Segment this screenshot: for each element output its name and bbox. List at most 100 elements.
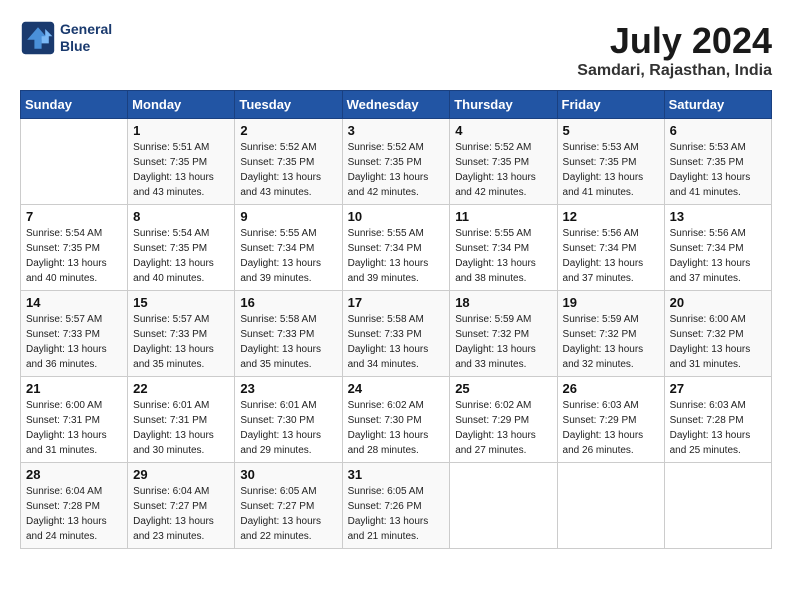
day-number: 8 <box>133 209 229 224</box>
calendar-cell: 12Sunrise: 5:56 AM Sunset: 7:34 PM Dayli… <box>557 205 664 291</box>
main-title: July 2024 <box>577 20 772 62</box>
day-detail: Sunrise: 5:57 AM Sunset: 7:33 PM Dayligh… <box>133 314 214 370</box>
calendar-cell: 10 Sunrise: 5:55 AM Sunset: 7:34 PM Dayli… <box>342 205 450 291</box>
day-header-thursday: Thursday <box>450 91 557 119</box>
calendar-cell <box>664 463 771 549</box>
logo-line2: Blue <box>60 38 112 55</box>
page-header: General Blue July 2024 Samdari, Rajastha… <box>20 20 772 80</box>
day-number: 22 <box>133 381 229 396</box>
day-detail: Sunrise: 5:59 AM Sunset: 7:32 PM Dayligh… <box>455 314 536 370</box>
day-number: 5 <box>563 123 659 138</box>
calendar-cell: 4 Sunrise: 5:52 AM Sunset: 7:35 PM Daylig… <box>450 119 557 205</box>
day-detail: Sunrise: 5:51 AM Sunset: 7:35 PM Dayligh… <box>133 142 214 198</box>
logo-icon <box>20 20 56 56</box>
day-number: 24 <box>348 381 445 396</box>
day-detail: Sunrise: 5:56 AM Sunset: 7:34 PM Dayligh… <box>563 228 644 284</box>
day-number: 1 <box>133 123 229 138</box>
day-number: 29 <box>133 467 229 482</box>
calendar-cell: 26 Sunrise: 6:03 AM Sunset: 7:29 PM Dayli… <box>557 377 664 463</box>
day-detail: Sunrise: 5:58 AM Sunset: 7:33 PM Dayligh… <box>348 314 429 370</box>
day-header-friday: Friday <box>557 91 664 119</box>
day-number: 7 <box>26 209 122 224</box>
calendar-cell: 21 Sunrise: 6:00 AM Sunset: 7:31 PM Dayli… <box>21 377 128 463</box>
calendar-cell: 29 Sunrise: 6:04 AM Sunset: 7:27 PM Dayli… <box>128 463 235 549</box>
day-detail: Sunrise: 6:01 AM Sunset: 7:30 PM Dayligh… <box>240 400 321 456</box>
day-detail: Sunrise: 5:55 AM Sunset: 7:34 PM Dayligh… <box>455 228 536 284</box>
day-detail: Sunrise: 5:52 AM Sunset: 7:35 PM Dayligh… <box>455 142 536 198</box>
day-number: 18 <box>455 295 551 310</box>
calendar-cell: 30 Sunrise: 6:05 AM Sunset: 7:27 PM Dayli… <box>235 463 342 549</box>
day-detail: Sunrise: 5:55 AM Sunset: 7:34 PM Dayligh… <box>348 228 429 284</box>
calendar-cell: 8 Sunrise: 5:54 AM Sunset: 7:35 PM Daylig… <box>128 205 235 291</box>
calendar-cell: 27Sunrise: 6:03 AM Sunset: 7:28 PM Dayli… <box>664 377 771 463</box>
calendar-cell <box>557 463 664 549</box>
calendar-cell: 11Sunrise: 5:55 AM Sunset: 7:34 PM Dayli… <box>450 205 557 291</box>
day-header-saturday: Saturday <box>664 91 771 119</box>
title-block: July 2024 Samdari, Rajasthan, India <box>577 20 772 80</box>
calendar-cell: 31Sunrise: 6:05 AM Sunset: 7:26 PM Dayli… <box>342 463 450 549</box>
day-detail: Sunrise: 5:54 AM Sunset: 7:35 PM Dayligh… <box>133 228 214 284</box>
week-row-1: 1 Sunrise: 5:51 AM Sunset: 7:35 PM Daylig… <box>21 119 772 205</box>
calendar-cell: 2 Sunrise: 5:52 AM Sunset: 7:35 PM Daylig… <box>235 119 342 205</box>
day-number: 26 <box>563 381 659 396</box>
day-detail: Sunrise: 6:05 AM Sunset: 7:26 PM Dayligh… <box>348 486 429 542</box>
calendar-cell: 19 Sunrise: 5:59 AM Sunset: 7:32 PM Dayli… <box>557 291 664 377</box>
day-detail: Sunrise: 5:53 AM Sunset: 7:35 PM Dayligh… <box>563 142 644 198</box>
day-number: 4 <box>455 123 551 138</box>
day-number: 19 <box>563 295 659 310</box>
day-number: 16 <box>240 295 336 310</box>
calendar-cell: 1 Sunrise: 5:51 AM Sunset: 7:35 PM Daylig… <box>128 119 235 205</box>
day-number: 2 <box>240 123 336 138</box>
calendar-cell: 3 Sunrise: 5:52 AM Sunset: 7:35 PM Daylig… <box>342 119 450 205</box>
day-header-wednesday: Wednesday <box>342 91 450 119</box>
day-detail: Sunrise: 6:03 AM Sunset: 7:28 PM Dayligh… <box>670 400 751 456</box>
day-detail: Sunrise: 6:04 AM Sunset: 7:27 PM Dayligh… <box>133 486 214 542</box>
day-number: 28 <box>26 467 122 482</box>
subtitle: Samdari, Rajasthan, India <box>577 62 772 80</box>
calendar-cell: 23Sunrise: 6:01 AM Sunset: 7:30 PM Dayli… <box>235 377 342 463</box>
day-number: 21 <box>26 381 122 396</box>
logo-text: General Blue <box>60 21 112 55</box>
day-number: 20 <box>670 295 766 310</box>
week-row-3: 14Sunrise: 5:57 AM Sunset: 7:33 PM Dayli… <box>21 291 772 377</box>
day-detail: Sunrise: 5:57 AM Sunset: 7:33 PM Dayligh… <box>26 314 107 370</box>
calendar-cell: 16 Sunrise: 5:58 AM Sunset: 7:33 PM Dayli… <box>235 291 342 377</box>
day-detail: Sunrise: 5:59 AM Sunset: 7:32 PM Dayligh… <box>563 314 644 370</box>
calendar-cell: 18 Sunrise: 5:59 AM Sunset: 7:32 PM Dayli… <box>450 291 557 377</box>
day-detail: Sunrise: 6:03 AM Sunset: 7:29 PM Dayligh… <box>563 400 644 456</box>
day-detail: Sunrise: 5:52 AM Sunset: 7:35 PM Dayligh… <box>240 142 321 198</box>
calendar-cell: 15Sunrise: 5:57 AM Sunset: 7:33 PM Dayli… <box>128 291 235 377</box>
calendar-cell: 5 Sunrise: 5:53 AM Sunset: 7:35 PM Daylig… <box>557 119 664 205</box>
day-detail: Sunrise: 6:00 AM Sunset: 7:31 PM Dayligh… <box>26 400 107 456</box>
day-detail: Sunrise: 6:04 AM Sunset: 7:28 PM Dayligh… <box>26 486 107 542</box>
calendar-cell: 24 Sunrise: 6:02 AM Sunset: 7:30 PM Dayli… <box>342 377 450 463</box>
day-detail: Sunrise: 6:01 AM Sunset: 7:31 PM Dayligh… <box>133 400 214 456</box>
calendar-cell: 28 Sunrise: 6:04 AM Sunset: 7:28 PM Dayli… <box>21 463 128 549</box>
day-header-tuesday: Tuesday <box>235 91 342 119</box>
calendar-cell: 25Sunrise: 6:02 AM Sunset: 7:29 PM Dayli… <box>450 377 557 463</box>
calendar-cell: 13 Sunrise: 5:56 AM Sunset: 7:34 PM Dayli… <box>664 205 771 291</box>
calendar-cell: 20Sunrise: 6:00 AM Sunset: 7:32 PM Dayli… <box>664 291 771 377</box>
day-detail: Sunrise: 6:02 AM Sunset: 7:29 PM Dayligh… <box>455 400 536 456</box>
day-header-monday: Monday <box>128 91 235 119</box>
day-detail: Sunrise: 6:02 AM Sunset: 7:30 PM Dayligh… <box>348 400 429 456</box>
header-row: SundayMondayTuesdayWednesdayThursdayFrid… <box>21 91 772 119</box>
day-header-sunday: Sunday <box>21 91 128 119</box>
day-detail: Sunrise: 5:55 AM Sunset: 7:34 PM Dayligh… <box>240 228 321 284</box>
day-detail: Sunrise: 5:56 AM Sunset: 7:34 PM Dayligh… <box>670 228 751 284</box>
day-detail: Sunrise: 6:05 AM Sunset: 7:27 PM Dayligh… <box>240 486 321 542</box>
calendar-cell: 22 Sunrise: 6:01 AM Sunset: 7:31 PM Dayli… <box>128 377 235 463</box>
logo: General Blue <box>20 20 112 56</box>
day-detail: Sunrise: 5:54 AM Sunset: 7:35 PM Dayligh… <box>26 228 107 284</box>
day-detail: Sunrise: 5:52 AM Sunset: 7:35 PM Dayligh… <box>348 142 429 198</box>
day-detail: Sunrise: 5:58 AM Sunset: 7:33 PM Dayligh… <box>240 314 321 370</box>
day-number: 9 <box>240 209 336 224</box>
week-row-4: 21 Sunrise: 6:00 AM Sunset: 7:31 PM Dayli… <box>21 377 772 463</box>
day-number: 30 <box>240 467 336 482</box>
week-row-5: 28 Sunrise: 6:04 AM Sunset: 7:28 PM Dayli… <box>21 463 772 549</box>
calendar-table: SundayMondayTuesdayWednesdayThursdayFrid… <box>20 90 772 549</box>
day-number: 3 <box>348 123 445 138</box>
day-number: 13 <box>670 209 766 224</box>
day-number: 10 <box>348 209 445 224</box>
calendar-cell <box>450 463 557 549</box>
